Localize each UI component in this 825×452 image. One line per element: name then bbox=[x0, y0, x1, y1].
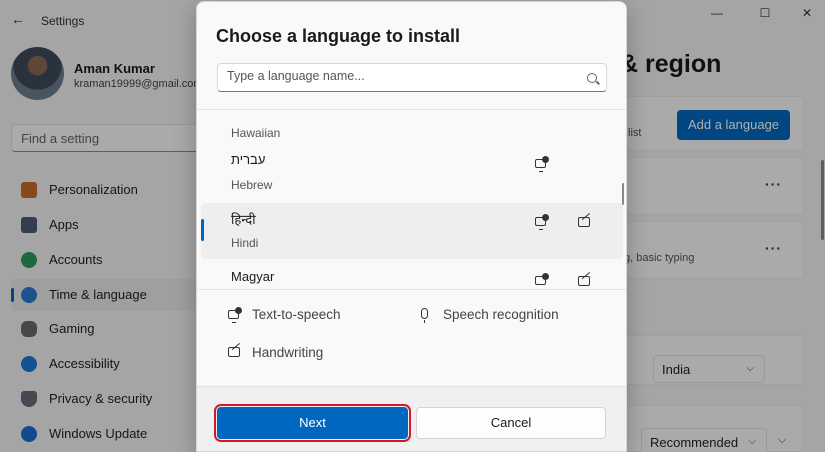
dialog-footer: Next Cancel bbox=[197, 386, 626, 451]
divider bbox=[197, 289, 626, 290]
legend-handwriting-label: Handwriting bbox=[252, 345, 324, 360]
list-scrollbar[interactable] bbox=[622, 183, 624, 205]
language-english-name: Hindi bbox=[231, 236, 259, 250]
choose-language-dialog: Choose a language to install Hawaiian עב… bbox=[196, 1, 627, 452]
language-search-box[interactable] bbox=[217, 63, 607, 92]
language-item-hawaiian[interactable]: Hawaiian bbox=[201, 111, 623, 149]
microphone-icon bbox=[421, 308, 428, 323]
text-to-speech-icon bbox=[535, 156, 549, 172]
language-search-input[interactable] bbox=[227, 69, 577, 83]
dialog-title: Choose a language to install bbox=[216, 26, 461, 46]
next-button[interactable]: Next bbox=[214, 404, 411, 442]
handwriting-icon bbox=[578, 217, 590, 227]
language-item-hebrew[interactable]: עברית Hebrew bbox=[201, 145, 623, 201]
handwriting-icon bbox=[578, 276, 590, 286]
language-native-name: עברית bbox=[231, 152, 266, 167]
language-english-name: Hawaiian bbox=[231, 126, 281, 140]
language-native-name: Magyar bbox=[231, 269, 275, 284]
text-to-speech-icon bbox=[535, 214, 549, 230]
divider bbox=[197, 109, 626, 110]
cancel-button[interactable]: Cancel bbox=[416, 407, 606, 439]
handwriting-icon bbox=[228, 347, 240, 357]
language-list: Hawaiian עברית Hebrew हिन्दी Hindi Magya… bbox=[197, 111, 626, 287]
legend-tts-label: Text-to-speech bbox=[252, 307, 341, 322]
language-item-hindi[interactable]: हिन्दी Hindi bbox=[201, 203, 623, 259]
language-item-magyar[interactable]: Magyar bbox=[201, 262, 623, 287]
text-to-speech-icon bbox=[535, 273, 549, 285]
search-icon[interactable] bbox=[587, 73, 597, 83]
language-native-name: हिन्दी bbox=[231, 212, 256, 227]
language-english-name: Hebrew bbox=[231, 178, 273, 192]
legend-speech-label: Speech recognition bbox=[443, 307, 559, 322]
text-to-speech-icon bbox=[228, 307, 242, 323]
